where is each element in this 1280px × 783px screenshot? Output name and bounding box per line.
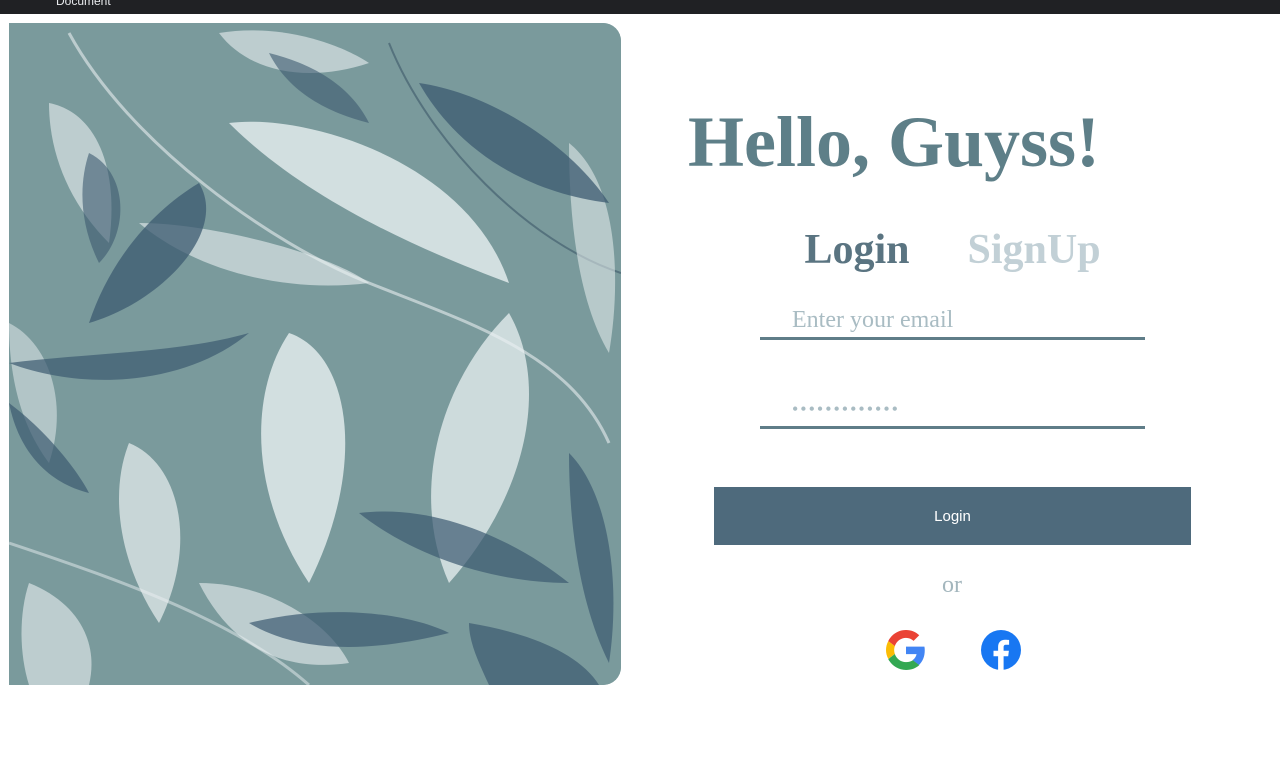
password-field[interactable] [760,393,1145,429]
browser-tab-title[interactable]: Document [56,0,111,8]
tab-login[interactable]: Login [804,222,909,278]
tab-signup[interactable]: SignUp [967,222,1100,278]
leaf-illustration [9,23,621,685]
facebook-icon[interactable] [981,630,1021,670]
or-divider: or [942,572,962,598]
browser-tab-bar: Document [0,0,1280,14]
login-button[interactable]: Login [714,487,1191,545]
google-icon[interactable] [886,630,926,670]
page-title: Hello, Guyss! [688,102,1101,182]
email-field[interactable] [760,304,1145,340]
auth-tabs: Login SignUp [760,222,1145,278]
